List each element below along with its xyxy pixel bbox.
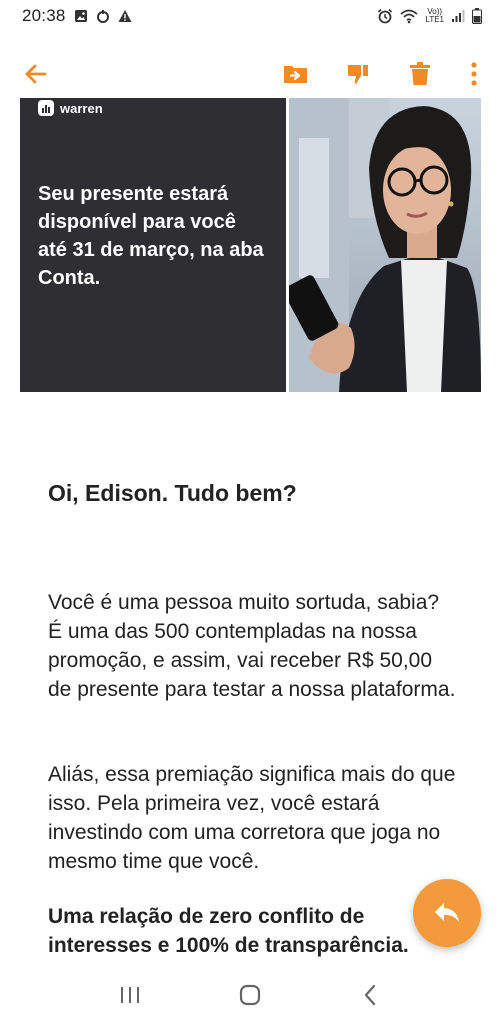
thumbs-down-icon — [348, 65, 368, 84]
status-bar-left: 20:38 — [22, 6, 132, 26]
dislike-button[interactable] — [338, 54, 378, 94]
more-options-button[interactable] — [462, 54, 486, 94]
warren-logo-icon — [38, 100, 54, 116]
home-icon — [239, 984, 261, 1006]
wifi-icon — [400, 9, 419, 24]
move-to-folder-icon — [284, 66, 307, 83]
home-button[interactable] — [225, 970, 275, 1020]
back-nav-button[interactable] — [345, 970, 395, 1020]
back-button[interactable] — [16, 54, 56, 94]
recent-apps-button[interactable] — [105, 970, 155, 1020]
lte-label: LTE1 — [425, 15, 444, 24]
signal-icon — [452, 10, 465, 22]
trash-icon — [410, 62, 430, 85]
banner-headline: Seu presente estará disponível para você… — [38, 183, 264, 289]
woman-with-phone-illustration — [289, 98, 481, 392]
system-nav-bar — [0, 962, 500, 1028]
alarm-icon — [378, 8, 393, 24]
reply-fab[interactable] — [413, 879, 481, 947]
status-bar-right: Vo)) LTE1 — [377, 8, 482, 24]
status-bar: 20:38 Vo)) LTE1 — [0, 0, 500, 32]
recent-apps-icon — [121, 987, 139, 1003]
email-greeting: Oi, Edison. Tudo bem? — [48, 480, 297, 506]
email-paragraph-1: Você é uma pessoa muito sortuda, sabia? … — [48, 591, 456, 701]
email-paragraph-2: Aliás, essa premiação significa mais do … — [48, 763, 456, 873]
email-toolbar — [0, 50, 500, 98]
delete-button[interactable] — [400, 54, 440, 94]
status-time: 20:38 — [22, 6, 66, 25]
banner-photo — [289, 98, 481, 392]
reply-icon — [435, 903, 459, 922]
arrow-left-icon — [25, 64, 47, 84]
volte-lte-icon: Vo)) LTE1 — [425, 8, 444, 24]
move-to-folder-button[interactable] — [276, 54, 316, 94]
email-banner: warren Seu presente estará disponível pa… — [20, 98, 481, 392]
more-vertical-icon — [471, 62, 477, 86]
warning-icon — [118, 10, 132, 22]
chevron-left-icon — [364, 984, 376, 1006]
email-paragraph-3: Uma relação de zero conflito de interess… — [48, 905, 409, 957]
brand-logo: warren — [38, 100, 103, 116]
brand-name: warren — [60, 100, 103, 116]
data-saver-icon — [96, 10, 109, 23]
battery-icon — [472, 8, 482, 24]
banner-text-panel: warren Seu presente estará disponível pa… — [20, 98, 286, 392]
image-icon — [74, 10, 87, 22]
